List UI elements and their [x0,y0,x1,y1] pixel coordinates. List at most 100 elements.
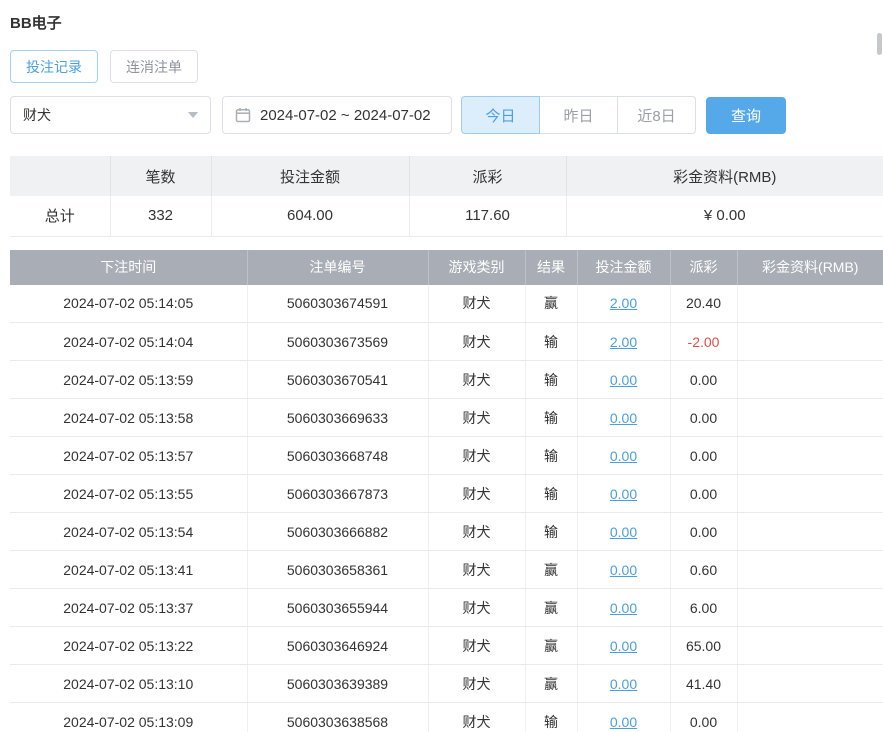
tab-bar: 投注记录 连消注单 [10,50,883,83]
cell-bet-time: 2024-07-02 05:14:05 [10,284,248,323]
cell-payout: 6.00 [670,588,738,627]
cell-game-type: 财犬 [428,550,526,589]
tab-cancelled-orders[interactable]: 连消注单 [110,50,198,83]
cell-result: 赢 [525,664,578,703]
cell-game-type: 财犬 [428,702,526,732]
summary-total-bonus: ¥ 0.00 [566,196,883,237]
cell-game-type: 财犬 [428,664,526,703]
cell-bet-amount: 0.00 [577,474,671,513]
cell-bonus [737,436,883,475]
cell-bonus [737,626,883,665]
cell-bet-amount: 0.00 [577,512,671,551]
cell-result: 输 [525,436,578,475]
summary-total-label: 总计 [10,196,111,237]
quick-button-yesterday[interactable]: 昨日 [539,96,618,134]
cell-payout: 0.00 [670,702,738,732]
cell-game-type: 财犬 [428,398,526,437]
cell-payout: 0.00 [670,436,738,475]
cell-result: 输 [525,702,578,732]
cell-order-id: 5060303669633 [247,398,429,437]
records-table: 下注时间 注单编号 游戏类别 结果 投注金额 派彩 彩金资料(RMB) 2024… [10,249,883,732]
cell-bet-amount: 0.00 [577,398,671,437]
cell-result: 输 [525,474,578,513]
cell-game-type: 财犬 [428,360,526,399]
cell-bet-amount: 0.00 [577,360,671,399]
cell-payout: 0.00 [670,398,738,437]
table-row: 2024-07-02 05:13:09 5060303638568 财犬 输 0… [10,702,883,732]
cell-result: 赢 [525,588,578,627]
records-header-result: 结果 [525,249,578,285]
cell-order-id: 5060303667873 [247,474,429,513]
cell-bet-time: 2024-07-02 05:13:54 [10,512,248,551]
cell-bet-amount: 2.00 [577,322,671,361]
date-range-value: 2024-07-02 ~ 2024-07-02 [260,106,431,124]
summary-header-count: 笔数 [110,156,212,196]
bet-amount-link[interactable]: 2.00 [610,295,637,311]
cell-order-id: 5060303658361 [247,550,429,589]
cell-bet-amount: 2.00 [577,284,671,323]
cell-order-id: 5060303655944 [247,588,429,627]
quick-range-group: 今日 昨日 近8日 [461,96,696,134]
search-button[interactable]: 查询 [706,96,786,134]
table-row: 2024-07-02 05:13:37 5060303655944 财犬 赢 0… [10,588,883,627]
cell-bonus [737,398,883,437]
summary-total-payout: 117.60 [409,196,567,237]
date-range-input[interactable]: 2024-07-02 ~ 2024-07-02 [222,96,452,134]
cell-bet-time: 2024-07-02 05:13:10 [10,664,248,703]
cell-bonus [737,474,883,513]
bet-records-page: BB电子 投注记录 连消注单 财犬 2024-07-02 ~ 2024-07-0… [0,0,883,732]
bet-amount-link[interactable]: 2.00 [610,334,637,350]
table-row: 2024-07-02 05:13:10 5060303639389 财犬 赢 0… [10,664,883,703]
bet-amount-link[interactable]: 0.00 [610,562,637,578]
bet-amount-link[interactable]: 0.00 [610,638,637,654]
cell-payout: -2.00 [670,322,738,361]
cell-result: 输 [525,322,578,361]
summary-total-row: 总计 332 604.00 117.60 ¥ 0.00 [10,196,883,237]
table-row: 2024-07-02 05:13:57 5060303668748 财犬 输 0… [10,436,883,475]
cell-game-type: 财犬 [428,512,526,551]
cell-order-id: 5060303674591 [247,284,429,323]
summary-header-payout: 派彩 [409,156,567,196]
filter-bar: 财犬 2024-07-02 ~ 2024-07-02 今日 昨日 近8日 查询 [10,96,883,134]
cell-bet-amount: 0.00 [577,550,671,589]
cell-bet-time: 2024-07-02 05:13:22 [10,626,248,665]
cell-bet-time: 2024-07-02 05:13:55 [10,474,248,513]
quick-button-today[interactable]: 今日 [461,96,540,134]
cell-bonus [737,284,883,323]
bet-amount-link[interactable]: 0.00 [610,524,637,540]
cell-order-id: 5060303646924 [247,626,429,665]
summary-header-row: 笔数 投注金额 派彩 彩金资料(RMB) [10,156,883,196]
cell-bonus [737,512,883,551]
cell-game-type: 财犬 [428,588,526,627]
quick-button-last-8-days[interactable]: 近8日 [617,96,696,134]
bet-amount-link[interactable]: 0.00 [610,448,637,464]
tab-bet-records[interactable]: 投注记录 [10,50,98,83]
summary-total-count: 332 [110,196,212,237]
cell-bet-amount: 0.00 [577,664,671,703]
cell-order-id: 5060303639389 [247,664,429,703]
cell-order-id: 5060303670541 [247,360,429,399]
bet-amount-link[interactable]: 0.00 [610,486,637,502]
cell-result: 输 [525,398,578,437]
cell-payout: 65.00 [670,626,738,665]
records-header-row: 下注时间 注单编号 游戏类别 结果 投注金额 派彩 彩金资料(RMB) [10,249,883,285]
records-header-bet-time: 下注时间 [10,249,248,285]
cell-bonus [737,360,883,399]
cell-payout: 0.60 [670,550,738,589]
cell-bet-time: 2024-07-02 05:13:37 [10,588,248,627]
scrollbar-thumb[interactable] [877,33,882,55]
bet-amount-link[interactable]: 0.00 [610,600,637,616]
cell-game-type: 财犬 [428,322,526,361]
cell-bet-amount: 0.00 [577,436,671,475]
bet-amount-link[interactable]: 0.00 [610,714,637,730]
game-select[interactable]: 财犬 [10,96,211,134]
bet-amount-link[interactable]: 0.00 [610,410,637,426]
bet-amount-link[interactable]: 0.00 [610,372,637,388]
cell-bonus [737,550,883,589]
cell-order-id: 5060303673569 [247,322,429,361]
cell-order-id: 5060303666882 [247,512,429,551]
records-header-order-id: 注单编号 [247,249,429,285]
cell-bonus [737,702,883,732]
bet-amount-link[interactable]: 0.00 [610,676,637,692]
cell-bonus [737,588,883,627]
